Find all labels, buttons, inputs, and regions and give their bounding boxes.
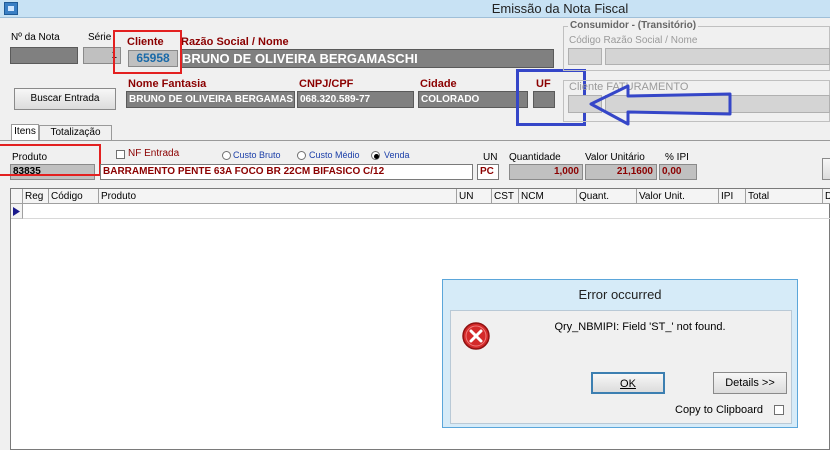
grid-col-reg[interactable]: Reg xyxy=(23,189,49,204)
grid-col-d[interactable]: D xyxy=(823,189,830,204)
grid-col-cst[interactable]: CST xyxy=(492,189,519,204)
radio-venda-label: Venda xyxy=(384,150,410,160)
cnpj-field[interactable]: 068.320.589-77 xyxy=(297,91,414,108)
fantasia-field[interactable]: BRUNO DE OLIVEIRA BERGAMAS xyxy=(126,91,295,108)
tab-divider xyxy=(0,140,830,141)
tab-totalizacao[interactable]: Totalização xyxy=(39,125,112,140)
annotation-red-box-cliente xyxy=(113,30,182,74)
ipi-field[interactable]: 0,00 xyxy=(659,164,697,180)
fantasia-label: Nome Fantasia xyxy=(128,78,207,90)
produto-descricao-field[interactable]: BARRAMENTO PENTE 63A FOCO BR 22CM BIFASI… xyxy=(100,164,473,180)
nota-field[interactable] xyxy=(10,47,78,64)
grid-col-ncm[interactable]: NCM xyxy=(519,189,577,204)
razao-label: Razão Social / Nome xyxy=(181,36,289,48)
serie-label: Série xyxy=(88,32,112,43)
grid-col-produto[interactable]: Produto xyxy=(99,189,457,204)
ipi-label: % IPI xyxy=(665,152,689,163)
side-button[interactable] xyxy=(822,158,830,180)
nota-label: Nº da Nota xyxy=(11,32,60,43)
annotation-red-box-produto xyxy=(0,144,101,176)
nf-entrada-checkbox[interactable] xyxy=(116,150,125,159)
annotation-blue-arrow xyxy=(589,84,732,126)
tab-itens[interactable]: Itens xyxy=(11,124,39,140)
error-message: Qry_NBMIPI: Field 'ST_' not found. xyxy=(554,321,726,333)
cnpj-label: CNPJ/CPF xyxy=(299,78,354,90)
error-icon xyxy=(462,322,490,350)
radio-custo-bruto-label: Custo Bruto xyxy=(233,150,281,160)
title-bar: Emissão da Nota Fiscal xyxy=(0,0,830,18)
grid-col-total[interactable]: Total xyxy=(746,189,823,204)
valor-unitario-label: Valor Unitário xyxy=(585,152,645,163)
consumidor-fields-label: Código Razão Social / Nome xyxy=(569,35,698,46)
radio-venda[interactable] xyxy=(371,151,380,160)
quantidade-label: Quantidade xyxy=(509,152,561,163)
un-label: UN xyxy=(483,152,498,163)
radio-custo-bruto[interactable] xyxy=(222,151,231,160)
grid-col-ipi[interactable]: IPI xyxy=(719,189,746,204)
window-title: Emissão da Nota Fiscal xyxy=(491,1,629,16)
consumidor-nome-field[interactable] xyxy=(605,48,830,65)
grid-col-codigo[interactable]: Código xyxy=(49,189,99,204)
valor-unitario-field[interactable]: 21,1600 xyxy=(585,164,657,180)
cidade-label: Cidade xyxy=(420,78,457,90)
cidade-field[interactable]: COLORADO xyxy=(418,91,528,108)
dialog-title: Error occurred xyxy=(578,287,662,302)
dialog-body: Qry_NBMIPI: Field 'ST_' not found. OK De… xyxy=(450,310,792,424)
error-dialog: Error occurred Qry_NBMIPI: Field 'ST_' n… xyxy=(442,279,798,428)
copy-clipboard-label: Copy to Clipboard xyxy=(675,404,764,416)
consumidor-codigo-field[interactable] xyxy=(568,48,602,65)
buscar-entrada-button[interactable]: Buscar Entrada xyxy=(14,88,116,110)
ok-button[interactable]: OK xyxy=(591,372,665,394)
copy-clipboard-checkbox[interactable] xyxy=(774,405,784,415)
grid-col-valor-unit[interactable]: Valor Unit. xyxy=(637,189,719,204)
row-pointer-icon xyxy=(13,207,20,216)
un-field[interactable]: PC xyxy=(477,164,499,180)
grid-indicator-header xyxy=(11,189,23,204)
consumidor-label: Consumidor - (Transitório) xyxy=(568,20,699,31)
radio-custo-medio-label: Custo Médio xyxy=(309,150,360,160)
quantidade-field[interactable]: 1,000 xyxy=(509,164,583,180)
grid-col-un[interactable]: UN xyxy=(457,189,492,204)
details-button[interactable]: Details >> xyxy=(713,372,787,394)
nf-entrada-label: NF Entrada xyxy=(128,148,180,159)
radio-custo-medio[interactable] xyxy=(297,151,306,160)
row-indicator xyxy=(11,204,23,219)
grid-col-quant[interactable]: Quant. xyxy=(577,189,637,204)
razao-field[interactable]: BRUNO DE OLIVEIRA BERGAMASCHI xyxy=(180,49,554,68)
table-row[interactable] xyxy=(23,204,830,219)
